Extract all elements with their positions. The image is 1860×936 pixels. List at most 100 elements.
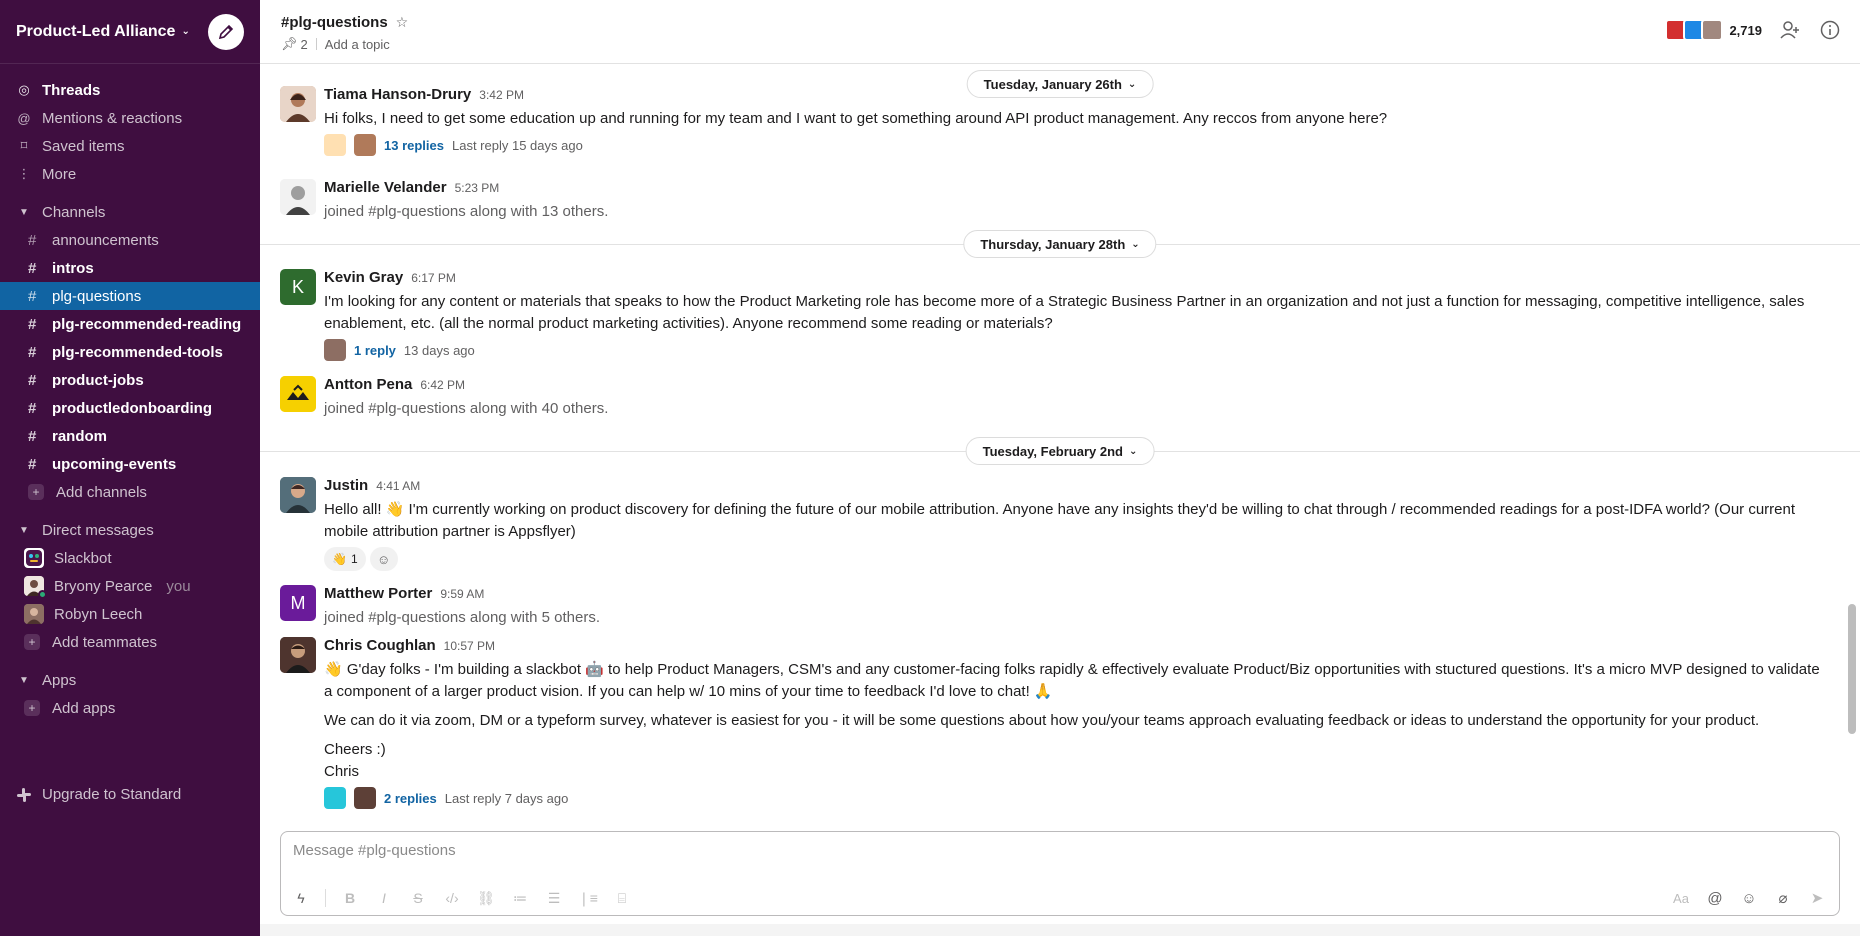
upgrade-button[interactable]: Upgrade to Standard xyxy=(16,786,181,803)
message[interactable]: Marielle Velander 5:23 PM joined #plg-que… xyxy=(280,179,1830,223)
plus-icon: + xyxy=(24,634,40,650)
date-divider[interactable]: Tuesday, February 2nd ⌄ xyxy=(965,437,1155,465)
author-name[interactable]: Marielle Velander xyxy=(324,179,447,196)
add-apps-button[interactable]: + Add apps xyxy=(0,694,260,722)
timestamp[interactable]: 6:42 PM xyxy=(420,378,465,392)
message-composer[interactable]: ϟ B I S ‹/› ⛓︎ ≔ ☰ ❘≡ ⌸ Aa @ ☺︎ ⌀ ➤ xyxy=(280,831,1840,916)
channel-announcements[interactable]: # announcements xyxy=(0,226,260,254)
composer-actions: Aa @ ☺︎ ⌀ ➤ xyxy=(1671,889,1827,908)
add-teammates-button[interactable]: + Add teammates xyxy=(0,628,260,656)
channel-product-jobs[interactable]: # product-jobs xyxy=(0,366,260,394)
avatar[interactable] xyxy=(280,376,316,412)
message[interactable]: Tiama Hanson-Drury 3:42 PM Hi folks, I ne… xyxy=(280,86,1830,156)
timestamp[interactable]: 9:59 AM xyxy=(440,587,484,601)
thread-summary[interactable]: 1 reply 13 days ago xyxy=(324,339,1830,361)
add-channels-button[interactable]: + Add channels xyxy=(0,478,260,506)
channel-intros[interactable]: # intros xyxy=(0,254,260,282)
emoji-icon[interactable]: ☺︎ xyxy=(1739,890,1759,907)
bold-icon[interactable]: B xyxy=(340,890,360,906)
mention-icon[interactable]: @ xyxy=(1705,890,1725,907)
author-name[interactable]: Antton Pena xyxy=(324,376,412,393)
replies-link[interactable]: 1 reply xyxy=(354,343,396,358)
dm-slackbot[interactable]: Slackbot xyxy=(0,544,260,572)
add-topic-link[interactable]: Add a topic xyxy=(325,37,390,52)
message[interactable]: Justin 4:41 AM Hello all! 👋 I'm currently… xyxy=(280,477,1830,571)
reaction-pill[interactable]: 👋 1 xyxy=(324,547,366,571)
replies-link[interactable]: 2 replies xyxy=(384,791,437,806)
channels-section-header[interactable]: ▼ Channels xyxy=(0,198,260,226)
author-name[interactable]: Tiama Hanson-Drury xyxy=(324,86,471,103)
avatar xyxy=(354,787,376,809)
channel-upcoming-events[interactable]: # upcoming-events xyxy=(0,450,260,478)
info-icon[interactable] xyxy=(1818,18,1842,42)
thread-summary[interactable]: 2 replies Last reply 7 days ago xyxy=(324,787,1830,809)
scrollbar[interactable] xyxy=(1848,604,1856,734)
message-text: I'm looking for any content or materials… xyxy=(324,293,1805,332)
link-icon[interactable]: ⛓︎ xyxy=(476,890,496,907)
italic-icon[interactable]: I xyxy=(374,890,394,906)
date-divider[interactable]: Thursday, January 28th ⌄ xyxy=(963,230,1157,258)
message-paragraph: Cheers :) xyxy=(324,741,386,758)
avatar xyxy=(324,339,346,361)
timestamp[interactable]: 5:23 PM xyxy=(455,181,500,195)
nav-more[interactable]: ⋮ More xyxy=(0,160,260,188)
author-name[interactable]: Chris Coughlan xyxy=(324,637,436,654)
nav-saved[interactable]: ⌑ Saved items xyxy=(0,132,260,160)
star-icon[interactable]: ☆ xyxy=(396,14,409,31)
timestamp[interactable]: 6:17 PM xyxy=(411,271,456,285)
nav-threads[interactable]: ◎ Threads xyxy=(0,76,260,104)
avatar[interactable]: M xyxy=(280,585,316,621)
avatar[interactable] xyxy=(280,179,316,215)
slack-logo-icon xyxy=(17,787,31,802)
compose-button[interactable] xyxy=(208,14,244,50)
caret-down-icon: ▼ xyxy=(19,206,29,218)
workspace-name[interactable]: Product-Led Alliance ⌄ xyxy=(16,23,190,41)
timestamp[interactable]: 4:41 AM xyxy=(376,479,420,493)
code-block-icon[interactable]: ⌸ xyxy=(612,890,632,907)
avatar[interactable] xyxy=(280,86,316,122)
shortcuts-icon[interactable]: ϟ xyxy=(291,890,311,906)
thread-summary[interactable]: 13 replies Last reply 15 days ago xyxy=(324,134,1830,156)
message[interactable]: Antton Pena 6:42 PM joined #plg-questions… xyxy=(280,376,1830,420)
add-people-icon[interactable] xyxy=(1778,18,1802,42)
author-name[interactable]: Justin xyxy=(324,477,368,494)
send-icon[interactable]: ➤ xyxy=(1807,889,1827,907)
message[interactable]: Chris Coughlan 10:57 PM 👋 G'day folks - I… xyxy=(280,637,1830,809)
channel-plg-recommended-reading[interactable]: # plg-recommended-reading xyxy=(0,310,260,338)
bulleted-list-icon[interactable]: ☰ xyxy=(544,890,564,907)
dm-bryony-pearce[interactable]: Bryony Pearce you xyxy=(0,572,260,600)
message[interactable]: K Kevin Gray 6:17 PM I'm looking for any … xyxy=(280,269,1830,361)
channel-plg-recommended-tools[interactable]: # plg-recommended-tools xyxy=(0,338,260,366)
apps-section-header[interactable]: ▼ Apps xyxy=(0,666,260,694)
message-list[interactable]: Tuesday, January 26th ⌄ Tiama Hanson-Drur… xyxy=(260,64,1860,824)
avatar[interactable]: K xyxy=(280,269,316,305)
channel-plg-questions[interactable]: # plg-questions xyxy=(0,282,260,310)
author-name[interactable]: Matthew Porter xyxy=(324,585,432,602)
replies-link[interactable]: 13 replies xyxy=(384,138,444,153)
avatar[interactable] xyxy=(280,477,316,513)
nav-mentions[interactable]: @ Mentions & reactions xyxy=(0,104,260,132)
channel-title[interactable]: #plg-questions ☆ xyxy=(281,14,408,31)
formatting-toggle-icon[interactable]: Aa xyxy=(1671,891,1691,906)
timestamp[interactable]: 3:42 PM xyxy=(479,88,524,102)
hash-icon: # xyxy=(28,455,37,473)
attachment-icon[interactable]: ⌀ xyxy=(1773,889,1793,907)
dm-section-header[interactable]: ▼ Direct messages xyxy=(0,516,260,544)
channel-productledonboarding[interactable]: # productledonboarding xyxy=(0,394,260,422)
join-notice: joined #plg-questions along with 40 othe… xyxy=(324,400,609,417)
author-name[interactable]: Kevin Gray xyxy=(324,269,403,286)
add-reaction-icon[interactable]: ☺︎ xyxy=(369,547,398,571)
dm-robyn-leech[interactable]: Robyn Leech xyxy=(0,600,260,628)
member-list-button[interactable]: 2,719 xyxy=(1665,19,1762,41)
blockquote-icon[interactable]: ❘≡ xyxy=(578,890,598,907)
ordered-list-icon[interactable]: ≔ xyxy=(510,890,530,907)
message-input[interactable] xyxy=(293,842,1693,859)
timestamp[interactable]: 10:57 PM xyxy=(444,639,495,653)
avatar[interactable] xyxy=(280,637,316,673)
strikethrough-icon[interactable]: S xyxy=(408,890,428,906)
avatar xyxy=(324,134,346,156)
channel-random[interactable]: # random xyxy=(0,422,260,450)
message[interactable]: M Matthew Porter 9:59 AM joined #plg-ques… xyxy=(280,585,1830,629)
pinned-items[interactable]: 📌︎ 2 xyxy=(281,36,308,52)
code-icon[interactable]: ‹/› xyxy=(442,890,462,906)
